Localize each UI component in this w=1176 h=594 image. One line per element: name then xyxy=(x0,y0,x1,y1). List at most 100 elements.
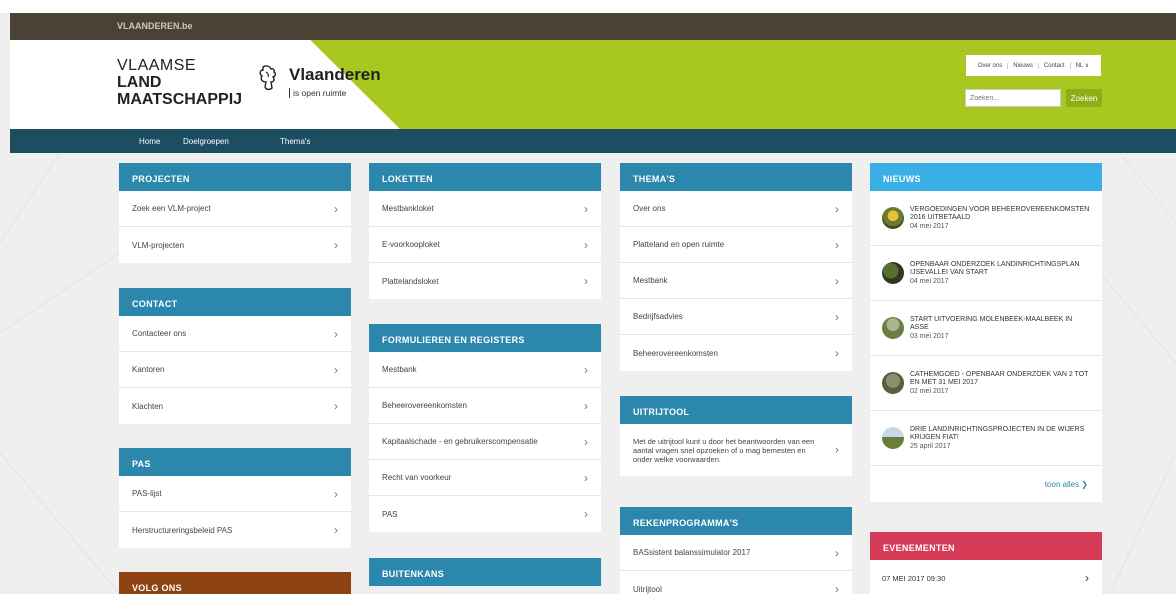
nav-home[interactable]: Home xyxy=(139,137,160,146)
show-all-news-link[interactable]: toon alles ❯ xyxy=(870,466,1102,502)
chevron-right-icon: › xyxy=(835,346,839,360)
list-item[interactable]: Mestbank › xyxy=(369,352,601,388)
chevron-right-icon: › xyxy=(584,434,588,449)
news-item[interactable]: Start uitvoering Molenbeek-Maalbeek in A… xyxy=(870,301,1102,356)
contact-panel: CONTACT Contacteer ons › Kantoren › Klacht… xyxy=(119,288,351,424)
loketten-panel: LOKETTEN Mestbankloket › E-voorkooploket ›… xyxy=(369,163,601,299)
rekenprogrammas-panel: REKENPROGRAMMA'S BASsistent balanssimula… xyxy=(620,507,852,594)
list-item[interactable]: Kapitaalschade - en gebruikerscompensati… xyxy=(369,424,601,460)
chevron-right-icon: › xyxy=(584,237,588,252)
site-header: VLAAMSE LAND MAATSCHAPPIJ Vlaanderen is … xyxy=(10,40,1176,129)
themas-panel: THEMA'S Over ons › Platteland en open rui… xyxy=(620,163,852,371)
nieuws-heading: NIEUWS xyxy=(870,163,1102,191)
list-item[interactable]: Beheerovereenkomsten › xyxy=(369,388,601,424)
government-bar: VLAANDEREN.be xyxy=(10,13,1176,40)
volg-ons-heading: VOLG ONS xyxy=(119,572,351,594)
list-item[interactable]: PAS-lijst › xyxy=(119,476,351,512)
chevron-right-icon: › xyxy=(584,201,588,216)
rekenprogrammas-heading: REKENPROGRAMMA'S xyxy=(620,507,852,535)
top-band xyxy=(0,0,1176,13)
logo-line-2: LAND xyxy=(117,74,162,91)
list-item[interactable]: Kantoren › xyxy=(119,352,351,388)
chevron-right-icon: › xyxy=(584,507,588,521)
column-1-volg: VOLG ONS xyxy=(119,572,351,594)
list-item[interactable]: Uitrijtool › xyxy=(620,571,852,594)
column-3-uitrijtool: UITRIJTOOL Met de uitrijtool kunt u door… xyxy=(620,396,852,476)
news-item[interactable]: Cathemgoed - openbaar onderzoek van 2 to… xyxy=(870,356,1102,411)
column-1-pas: PAS PAS-lijst › Herstructureringsbeleid P… xyxy=(119,448,351,548)
chevron-right-icon: › xyxy=(835,545,839,560)
vlm-logo[interactable]: VLAAMSE LAND MAATSCHAPPIJ xyxy=(117,57,242,108)
list-item[interactable]: Over ons › xyxy=(620,191,852,227)
news-item[interactable]: Vergoedingen voor beheerovereenkomsten 2… xyxy=(870,191,1102,246)
nav-doelgroepen[interactable]: Doelgroepen xyxy=(183,137,229,146)
vlaanderen-wordmark: Vlaanderen xyxy=(289,65,381,84)
buitenkans-heading: BUITENKANS xyxy=(369,558,601,586)
top-link-nieuws[interactable]: Nieuws xyxy=(1007,62,1038,69)
column-4-evenementen: EVENEMENTEN 07 MEI 2017 09:30 › xyxy=(870,532,1102,594)
list-item[interactable]: E-voorkooploket › xyxy=(369,227,601,263)
list-item[interactable]: BASsistent balanssimulator 2017 › xyxy=(620,535,852,571)
list-item[interactable]: Bedrijfsadvies › xyxy=(620,299,852,335)
list-item[interactable]: Mestbankloket › xyxy=(369,191,601,227)
uitrijtool-description[interactable]: Met de uitrijtool kunt u door het beantw… xyxy=(620,424,852,476)
news-thumbnail xyxy=(882,427,904,449)
projecten-panel: PROJECTEN Zoek een VLM-project › VLM-proj… xyxy=(119,163,351,263)
chevron-right-icon: › xyxy=(334,399,338,413)
themas-heading: THEMA'S xyxy=(620,163,852,191)
chevron-right-icon: › xyxy=(584,362,588,377)
formulieren-panel: FORMULIEREN EN REGISTERS Mestbank › Behee… xyxy=(369,324,601,532)
chevron-right-icon: › xyxy=(584,274,588,288)
list-item[interactable]: Platteland en open ruimte › xyxy=(620,227,852,263)
chevron-right-icon: › xyxy=(835,442,839,457)
chevron-right-icon: › xyxy=(334,201,338,216)
column-3-rekenprogrammas: REKENPROGRAMMA'S BASsistent balanssimula… xyxy=(620,507,852,594)
pas-panel: PAS PAS-lijst › Herstructureringsbeleid P… xyxy=(119,448,351,548)
chevron-right-icon: › xyxy=(334,523,338,537)
top-link-contact[interactable]: Contact xyxy=(1037,62,1070,69)
contact-heading: CONTACT xyxy=(119,288,351,316)
chevron-right-icon: › xyxy=(584,398,588,413)
chevron-right-icon: › xyxy=(334,486,338,501)
news-thumbnail xyxy=(882,262,904,284)
list-item[interactable]: Beheerovereenkomsten › xyxy=(620,335,852,371)
column-2-formulieren: FORMULIEREN EN REGISTERS Mestbank › Behee… xyxy=(369,324,601,532)
chevron-right-icon: › xyxy=(334,238,338,252)
list-item[interactable]: Herstructureringsbeleid PAS › xyxy=(119,512,351,548)
news-item[interactable]: Drie landinrichtingsprojecten in de Wije… xyxy=(870,411,1102,466)
uitrijtool-panel: UITRIJTOOL Met de uitrijtool kunt u door… xyxy=(620,396,852,476)
loketten-heading: LOKETTEN xyxy=(369,163,601,191)
list-item[interactable]: Plattelandsloket › xyxy=(369,263,601,299)
list-item[interactable]: Zoek een VLM-project › xyxy=(119,191,351,227)
top-link-over-ons[interactable]: Over ons xyxy=(973,63,1007,69)
column-1-contact: CONTACT Contacteer ons › Kantoren › Klacht… xyxy=(119,288,351,424)
uitrijtool-heading: UITRIJTOOL xyxy=(620,396,852,424)
news-thumbnail xyxy=(882,372,904,394)
chevron-right-icon: › xyxy=(835,201,839,216)
search-input[interactable] xyxy=(965,89,1061,107)
main-navigation: Home Doelgroepen Thema's xyxy=(10,129,1176,153)
list-item[interactable]: Klachten › xyxy=(119,388,351,424)
language-selector[interactable]: NL ∨ xyxy=(1069,62,1095,69)
list-item[interactable]: Mestbank › xyxy=(620,263,852,299)
list-item[interactable]: Recht van voorkeur › xyxy=(369,460,601,496)
news-item[interactable]: Openbaar onderzoek landinrichtingsplan I… xyxy=(870,246,1102,301)
event-item[interactable]: 07 MEI 2017 09:30 › xyxy=(870,560,1102,594)
evenementen-panel: EVENEMENTEN 07 MEI 2017 09:30 › xyxy=(870,532,1102,594)
list-item[interactable]: Contacteer ons › xyxy=(119,316,351,352)
column-2: LOKETTEN Mestbankloket › E-voorkooploket ›… xyxy=(369,163,601,299)
chevron-right-icon: › xyxy=(1085,571,1089,585)
search-button[interactable]: Zoeken xyxy=(1066,89,1102,107)
nav-themas[interactable]: Thema's xyxy=(280,137,310,146)
chevron-right-icon: › xyxy=(835,237,839,252)
column-1: PROJECTEN Zoek een VLM-project › VLM-proj… xyxy=(119,163,351,263)
chevron-right-icon: › xyxy=(835,273,839,288)
formulieren-heading: FORMULIEREN EN REGISTERS xyxy=(369,324,601,352)
logo-line-1: VLAAMSE xyxy=(117,57,197,74)
projecten-heading: PROJECTEN xyxy=(119,163,351,191)
list-item[interactable]: PAS › xyxy=(369,496,601,532)
chevron-right-icon: › xyxy=(835,582,839,594)
logo-line-3: MAATSCHAPPIJ xyxy=(117,91,243,108)
vlaanderen-be-link[interactable]: VLAANDEREN.be xyxy=(117,21,193,31)
list-item[interactable]: VLM-projecten › xyxy=(119,227,351,263)
